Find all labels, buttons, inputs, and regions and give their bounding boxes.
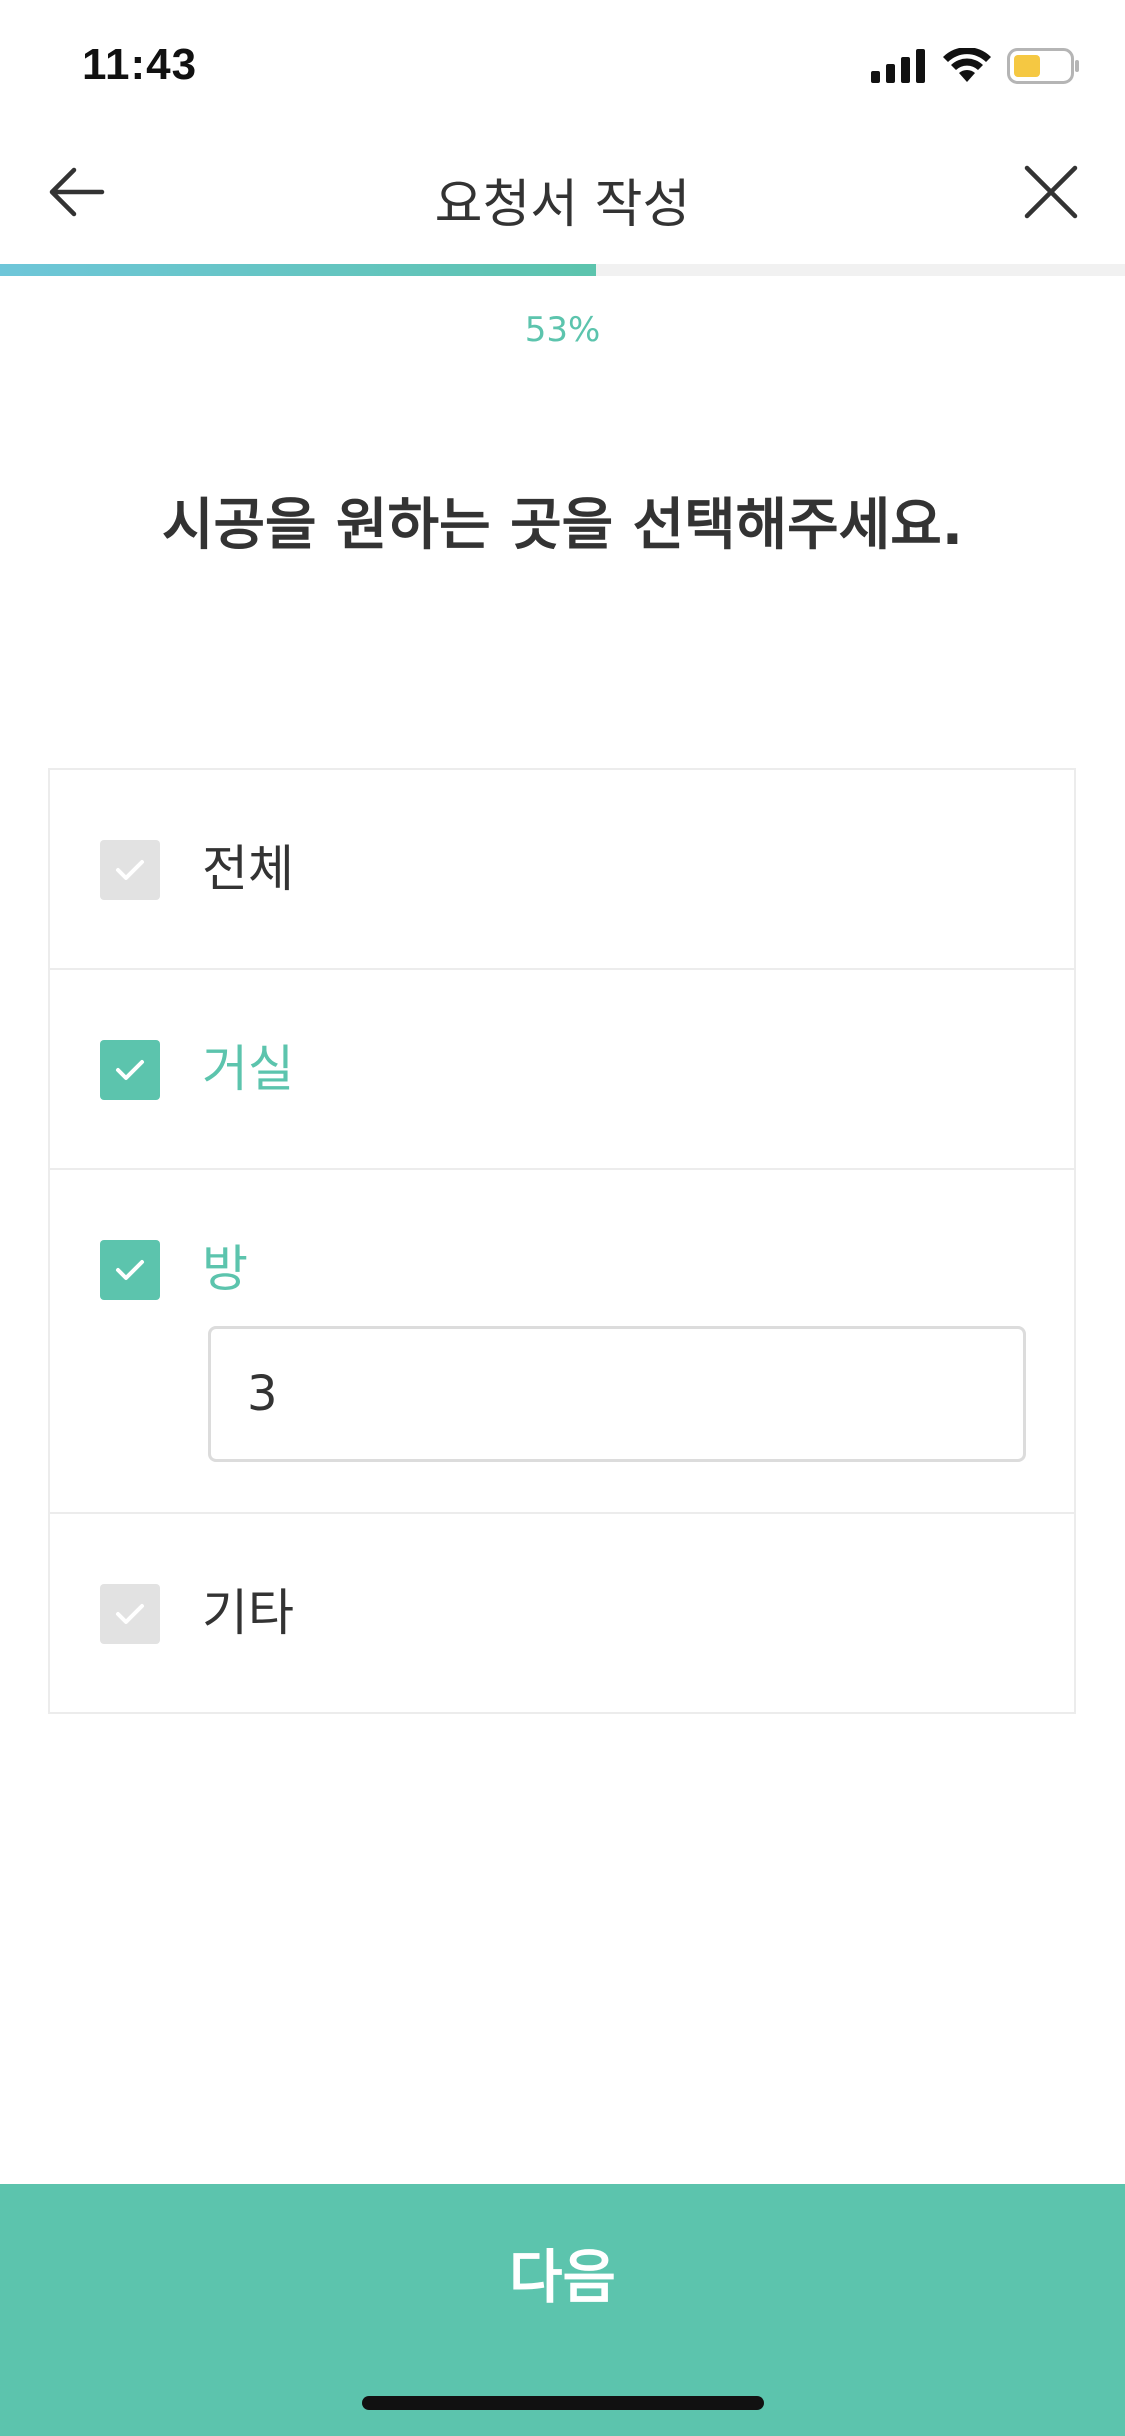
home-indicator [362, 2396, 764, 2410]
option-all[interactable]: 전체 [50, 770, 1074, 970]
progress-percent: 53% [524, 310, 601, 350]
page-title: 요청서 작성 [434, 175, 691, 235]
close-icon [1023, 164, 1079, 224]
option-label-all: 전체 [202, 840, 294, 898]
status-time: 11:43 [82, 40, 198, 89]
progress-bar [0, 264, 1125, 276]
option-room[interactable]: 방 [50, 1170, 1074, 1514]
option-label-other: 기타 [202, 1584, 294, 1642]
next-button-label: 다음 [509, 2245, 616, 2310]
progress-fill [0, 264, 597, 276]
checkbox-living-room[interactable] [100, 1040, 160, 1100]
nav-bar: 요청서 작성 [0, 132, 1125, 264]
wifi-icon [943, 47, 991, 88]
status-bar: 11:43 [0, 0, 1125, 132]
checkbox-room[interactable] [100, 1240, 160, 1300]
close-button[interactable] [1015, 158, 1087, 230]
option-other[interactable]: 기타 [50, 1514, 1074, 1712]
option-living-room[interactable]: 거실 [50, 970, 1074, 1170]
question-heading: 시공을 원하는 곳을 선택해주세요. [161, 493, 964, 558]
option-label-room: 방 [202, 1240, 248, 1298]
battery-icon [1007, 48, 1081, 88]
location-options: 전체 거실 방 기타 [48, 768, 1076, 1714]
room-count-input[interactable] [208, 1326, 1026, 1462]
checkbox-all[interactable] [100, 840, 160, 900]
status-icons [871, 47, 1081, 88]
signal-icon [871, 49, 927, 87]
checkbox-other[interactable] [100, 1584, 160, 1644]
option-label-living-room: 거실 [202, 1040, 294, 1098]
